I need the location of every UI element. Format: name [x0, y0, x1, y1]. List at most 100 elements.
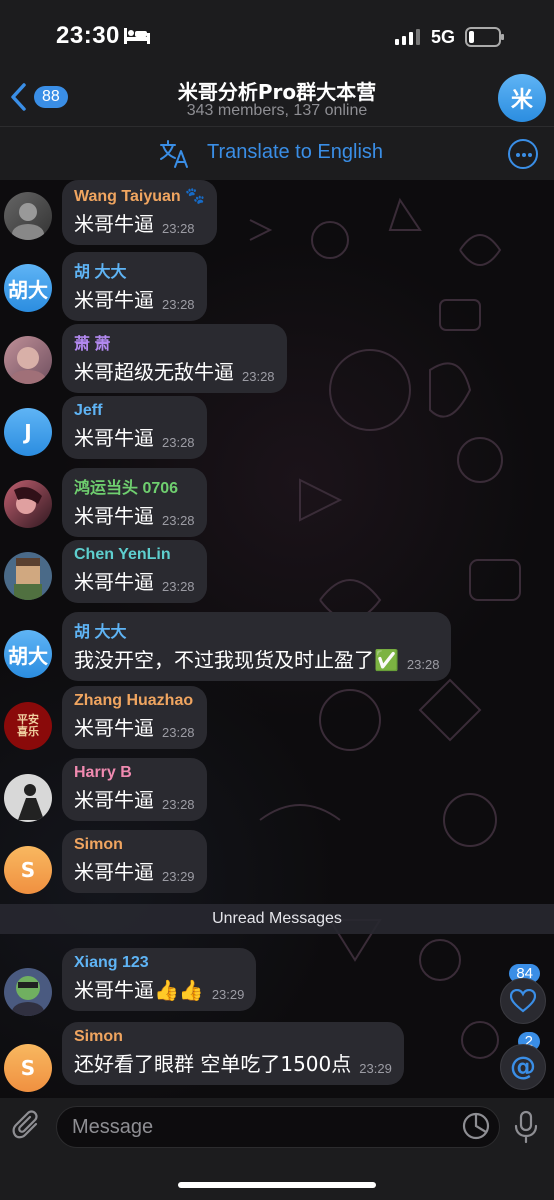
message-bubble[interactable]: Simon 还好看了眼群 空单吃了1500点 23:29	[62, 1022, 404, 1085]
avatar[interactable]: 胡大	[4, 264, 52, 312]
message-text: 我没开空，不过我现货及时止盈了✅	[74, 648, 399, 672]
message-bubble[interactable]: Chen YenLin 米哥牛逼 23:28	[62, 540, 207, 603]
message-item[interactable]: 胡大 胡 大大 我没开空，不过我现货及时止盈了✅ 23:28	[0, 612, 554, 681]
message-item[interactable]: Chen YenLin 米哥牛逼 23:28	[0, 540, 554, 604]
avatar-photo-icon	[4, 774, 52, 822]
avatar[interactable]: S	[4, 1044, 52, 1092]
message-bubble[interactable]: 胡 大大 米哥牛逼 23:28	[62, 252, 207, 321]
chat-title[interactable]: 米哥分析Pro群大本营	[0, 76, 554, 105]
avatar[interactable]: S	[4, 846, 52, 894]
message-sender: Jeff	[74, 402, 103, 419]
message-bubble[interactable]: Wang Taiyuan 🐾 米哥牛逼 23:28	[62, 180, 218, 245]
message-bubble[interactable]: Zhang Huazhao 米哥牛逼 23:28	[62, 686, 207, 749]
message-bubble[interactable]: 萧 萧 米哥超级无敌牛逼 23:28	[62, 324, 287, 393]
heart-icon	[510, 989, 536, 1013]
avatar[interactable]	[4, 774, 52, 822]
status-bar: 23:30 5G	[0, 0, 554, 70]
at-icon: @	[510, 1052, 536, 1082]
reactions-button[interactable]	[500, 978, 546, 1024]
message-time: 23:28	[162, 725, 195, 740]
message-sender: Harry B	[74, 764, 132, 781]
unread-messages-divider: Unread Messages	[0, 904, 554, 934]
mentions-button[interactable]: @	[500, 1044, 546, 1090]
message-time: 23:28	[162, 297, 195, 312]
message-sender: Chen YenLin	[74, 546, 171, 563]
chat-subtitle: 343 members, 137 online	[186, 102, 368, 119]
message-text: 米哥牛逼	[74, 504, 154, 528]
message-time: 23:28	[162, 579, 195, 594]
message-item[interactable]: 胡大 胡 大大 米哥牛逼 23:28	[0, 252, 554, 321]
message-sender: 胡 大大	[74, 264, 127, 281]
message-bubble[interactable]: Harry B 米哥牛逼 23:28	[62, 758, 207, 821]
message-time: 23:28	[162, 797, 195, 812]
avatar-photo-icon	[14, 558, 42, 600]
message-sender: Zhang Huazhao	[74, 692, 194, 709]
message-bubble[interactable]: 鸿运当头 0706 米哥牛逼 23:28	[62, 468, 207, 537]
avatar[interactable]	[4, 480, 52, 528]
sticker-icon[interactable]	[462, 1112, 490, 1140]
avatar[interactable]: 平安喜乐	[4, 702, 52, 750]
network-type: 5G	[431, 27, 456, 47]
message-text: 米哥牛逼	[74, 860, 154, 884]
message-time: 23:29	[162, 869, 195, 884]
home-indicator	[178, 1182, 376, 1188]
avatar[interactable]	[4, 192, 52, 240]
avatar-photo-icon	[12, 976, 44, 1016]
message-item[interactable]: Xiang 123 米哥牛逼👍👍 23:29	[0, 948, 554, 1016]
message-bubble[interactable]: Jeff 米哥牛逼 23:28	[62, 396, 207, 459]
message-sender: 萧 萧	[74, 336, 111, 353]
message-sender: Simon	[74, 836, 123, 853]
message-item[interactable]: Harry B 米哥牛逼 23:28	[0, 756, 554, 822]
signal-icon	[395, 29, 420, 45]
message-item[interactable]: S Simon 还好看了眼群 空单吃了1500点 23:29	[0, 1022, 554, 1092]
translate-icon[interactable]	[158, 139, 190, 169]
chat-area[interactable]: Wang Taiyuan 🐾 米哥牛逼 23:28 胡大 胡 大大 米哥牛逼 23:…	[0, 180, 554, 1098]
message-text: 米哥牛逼	[74, 570, 154, 594]
message-time: 23:29	[359, 1061, 392, 1076]
status-time: 23:30	[56, 22, 120, 49]
message-time: 23:28	[162, 221, 195, 236]
chat-header: 88 米哥分析Pro群大本营 343 members, 137 online 米	[0, 70, 554, 126]
translate-bar: Translate to English	[0, 126, 554, 180]
message-item[interactable]: J Jeff 米哥牛逼 23:28	[0, 396, 554, 460]
message-text: 米哥牛逼	[74, 288, 154, 312]
microphone-icon[interactable]	[512, 1110, 540, 1144]
message-sender: 胡 大大	[74, 624, 127, 641]
avatar-photo-icon	[10, 347, 46, 384]
avatar[interactable]	[4, 552, 52, 600]
message-sender: 鸿运当头 0706	[74, 480, 179, 497]
message-item[interactable]: Wang Taiyuan 🐾 米哥牛逼 23:28	[0, 180, 554, 245]
avatar[interactable]: J	[4, 408, 52, 456]
message-bubble[interactable]: Xiang 123 米哥牛逼👍👍 23:29	[62, 948, 257, 1011]
message-item[interactable]: 平安喜乐 Zhang Huazhao 米哥牛逼 23:28	[0, 684, 554, 750]
message-text: 米哥牛逼	[74, 716, 154, 740]
message-text: 米哥牛逼👍👍	[74, 978, 204, 1002]
paperclip-icon[interactable]	[12, 1110, 42, 1144]
message-time: 23:29	[211, 987, 245, 1002]
message-text: 米哥牛逼	[74, 212, 154, 236]
message-time: 23:28	[406, 657, 440, 672]
more-icon[interactable]	[508, 139, 538, 169]
battery-icon	[465, 27, 504, 47]
group-avatar[interactable]: 米	[498, 74, 546, 122]
message-item[interactable]: 萧 萧 米哥超级无敌牛逼 23:28	[0, 324, 554, 393]
message-bubble[interactable]: 胡 大大 我没开空，不过我现货及时止盈了✅ 23:28	[62, 612, 452, 681]
message-text: 米哥牛逼	[74, 426, 154, 450]
avatar[interactable]: 胡大	[4, 630, 52, 678]
avatar[interactable]	[4, 968, 52, 1016]
message-sender: Simon	[74, 1028, 123, 1045]
message-time: 23:28	[162, 435, 195, 450]
translate-button[interactable]: Translate to English	[207, 141, 383, 164]
message-bubble[interactable]: Simon 米哥牛逼 23:29	[62, 830, 207, 893]
message-text: 米哥牛逼	[74, 788, 154, 812]
message-text: 还好看了眼群 空单吃了1500点	[74, 1052, 352, 1076]
message-time: 23:28	[162, 513, 195, 528]
message-item[interactable]: 鸿运当头 0706 米哥牛逼 23:28	[0, 468, 554, 537]
message-item[interactable]: S Simon 米哥牛逼 23:29	[0, 828, 554, 894]
avatar[interactable]	[4, 336, 52, 384]
message-text: 米哥超级无敌牛逼	[74, 360, 234, 384]
input-bar: Message	[0, 1098, 554, 1200]
message-input[interactable]: Message	[56, 1106, 500, 1148]
bed-icon	[124, 28, 150, 44]
message-sender: Wang Taiyuan 🐾	[74, 188, 206, 205]
